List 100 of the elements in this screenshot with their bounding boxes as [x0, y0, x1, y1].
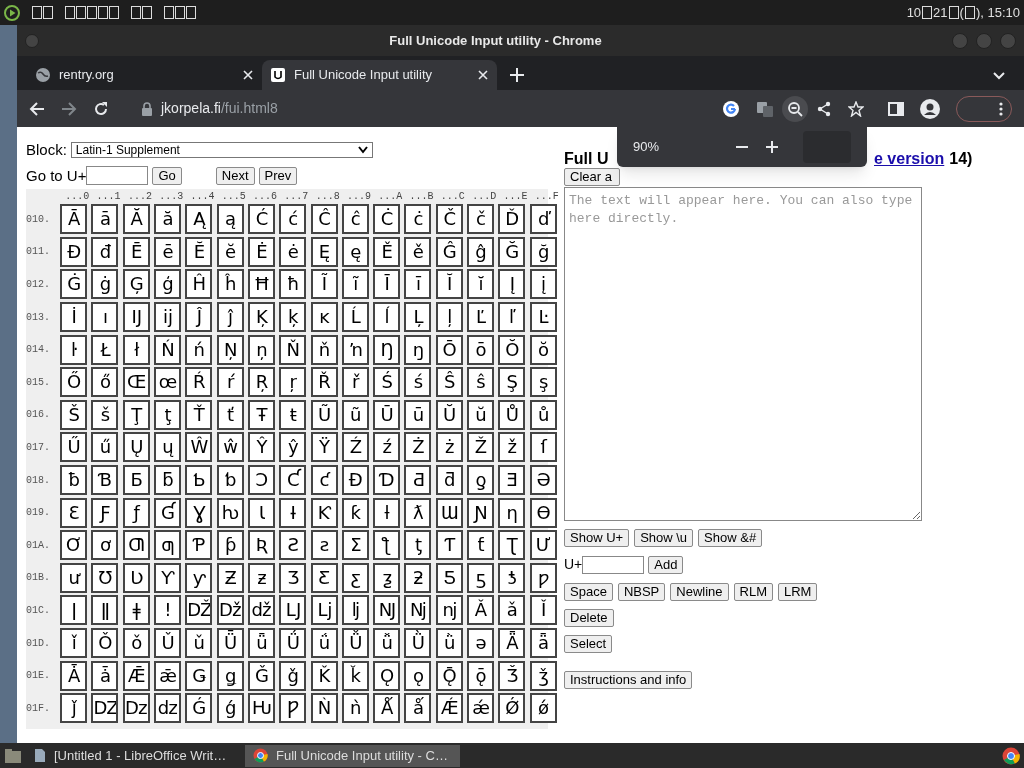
character-button[interactable]: Ǆ [185, 595, 213, 626]
character-button[interactable]: ƭ [467, 530, 494, 561]
side-panel-icon[interactable] [888, 100, 904, 117]
character-button[interactable]: ŏ [529, 334, 557, 365]
character-button[interactable]: Ƭ [435, 530, 463, 561]
character-button[interactable]: ǘ [310, 628, 338, 658]
character-button[interactable]: Ĕ [185, 236, 213, 267]
g-logo-icon[interactable] [722, 99, 740, 118]
character-button[interactable]: ǜ [435, 628, 463, 658]
character-button[interactable]: ǹ [341, 693, 369, 724]
character-button[interactable]: ũ [341, 399, 369, 430]
character-button[interactable]: Ǹ [310, 693, 338, 724]
character-button[interactable]: ǐ [60, 628, 88, 658]
character-button[interactable]: Ǿ [498, 693, 526, 724]
character-button[interactable]: Ǟ [498, 628, 526, 658]
block-dropdown[interactable]: Latin-1 Supplement [70, 142, 373, 159]
character-button[interactable]: Ď [498, 204, 526, 235]
character-button[interactable]: ǀ [60, 595, 88, 626]
character-button[interactable]: ņ [247, 334, 275, 365]
character-button[interactable]: ę [341, 236, 369, 267]
chrome-icon[interactable] [1002, 746, 1020, 765]
character-button[interactable]: Ǽ [435, 693, 463, 724]
character-button[interactable]: į [529, 269, 557, 300]
character-button[interactable]: ǎ [498, 595, 526, 626]
character-button[interactable]: Ǖ [216, 628, 244, 658]
character-button[interactable]: ǫ [404, 660, 432, 691]
insert-button[interactable]: RLM [733, 583, 773, 601]
character-button[interactable]: ē [154, 236, 182, 267]
character-button[interactable]: Ƥ [185, 530, 213, 561]
character-button[interactable]: Ŗ [247, 367, 275, 398]
character-button[interactable]: Ǘ [279, 628, 307, 658]
profile-icon[interactable] [920, 98, 940, 119]
character-button[interactable]: ď [529, 204, 557, 235]
character-button[interactable]: Ơ [60, 530, 88, 561]
character-button[interactable]: Ɩ [247, 497, 275, 528]
character-button[interactable]: ň [310, 334, 338, 365]
character-button[interactable]: Ė [247, 236, 275, 267]
character-button[interactable]: Ż [404, 432, 432, 463]
character-button[interactable]: ź [373, 432, 401, 463]
character-button[interactable]: İ [60, 302, 88, 333]
character-button[interactable]: Ŷ [247, 432, 275, 463]
character-button[interactable]: ǌ [435, 595, 463, 626]
character-button[interactable]: Ƒ [91, 497, 119, 528]
character-button[interactable]: ǋ [404, 595, 432, 626]
character-button[interactable]: Ŧ [247, 399, 275, 430]
character-button[interactable]: Ž [467, 432, 494, 463]
character-button[interactable]: ǽ [467, 693, 494, 724]
share-icon[interactable] [816, 100, 832, 117]
character-button[interactable]: ě [404, 236, 432, 267]
character-button[interactable]: ǝ [467, 628, 494, 658]
character-button[interactable]: Ǳ [91, 693, 119, 724]
back-icon[interactable] [29, 100, 45, 117]
character-button[interactable]: ƈ [310, 465, 338, 496]
character-button[interactable]: Ǔ [154, 628, 182, 658]
instructions-button[interactable]: Instructions and info [564, 671, 693, 689]
character-button[interactable]: ĩ [341, 269, 369, 300]
insert-button[interactable]: NBSP [617, 583, 666, 601]
browser-tab[interactable]: Full Unicode Input utility [262, 60, 497, 90]
character-button[interactable]: ő [91, 367, 119, 398]
show-button[interactable]: Show &# [698, 529, 763, 547]
character-button[interactable]: ǖ [247, 628, 275, 658]
menu-glyphs-icon[interactable] [164, 6, 196, 19]
character-button[interactable]: Ń [154, 334, 182, 365]
folder-icon[interactable] [4, 747, 22, 764]
character-button[interactable]: Ɗ [373, 465, 401, 496]
character-button[interactable]: Ĩ [310, 269, 338, 300]
character-button[interactable]: ć [279, 204, 307, 235]
character-button[interactable]: Ō [435, 334, 463, 365]
character-button[interactable]: ĸ [310, 302, 338, 333]
character-button[interactable]: ŕ [216, 367, 244, 398]
character-button[interactable]: Ǌ [373, 595, 401, 626]
character-button[interactable]: ǔ [185, 628, 213, 658]
character-button[interactable]: ƃ [154, 465, 182, 496]
character-button[interactable]: Ą [185, 204, 213, 235]
character-button[interactable]: Ǫ [373, 660, 401, 691]
character-button[interactable]: ǁ [91, 595, 119, 626]
character-button[interactable]: ř [341, 367, 369, 398]
character-button[interactable]: Ǝ [498, 465, 526, 496]
character-button[interactable]: ƕ [216, 497, 244, 528]
url-text[interactable]: jkorpela.fi/fui.html8 [161, 98, 278, 119]
show-button[interactable]: Show U+ [564, 529, 630, 547]
character-button[interactable]: Ƶ [216, 562, 244, 593]
character-button[interactable]: ţ [154, 399, 182, 430]
character-button[interactable]: Ɓ [91, 465, 119, 496]
character-button[interactable]: ƺ [373, 562, 401, 593]
character-button[interactable]: ǂ [122, 595, 150, 626]
character-button[interactable]: Ǩ [310, 660, 338, 691]
character-button[interactable]: Ĭ [435, 269, 463, 300]
character-button[interactable]: ǡ [91, 660, 119, 691]
character-button[interactable]: ķ [279, 302, 307, 333]
character-button[interactable]: Ĺ [341, 302, 369, 333]
character-button[interactable]: ƛ [404, 497, 432, 528]
character-button[interactable]: ǉ [341, 595, 369, 626]
character-button[interactable]: Ņ [216, 334, 244, 365]
character-button[interactable]: Ű [60, 432, 88, 463]
menu-glyphs-icon[interactable] [131, 6, 152, 19]
character-button[interactable]: ŀ [60, 334, 88, 365]
character-button[interactable]: ů [529, 399, 557, 430]
character-button[interactable]: Ƙ [310, 497, 338, 528]
insert-button[interactable]: LRM [778, 583, 818, 601]
